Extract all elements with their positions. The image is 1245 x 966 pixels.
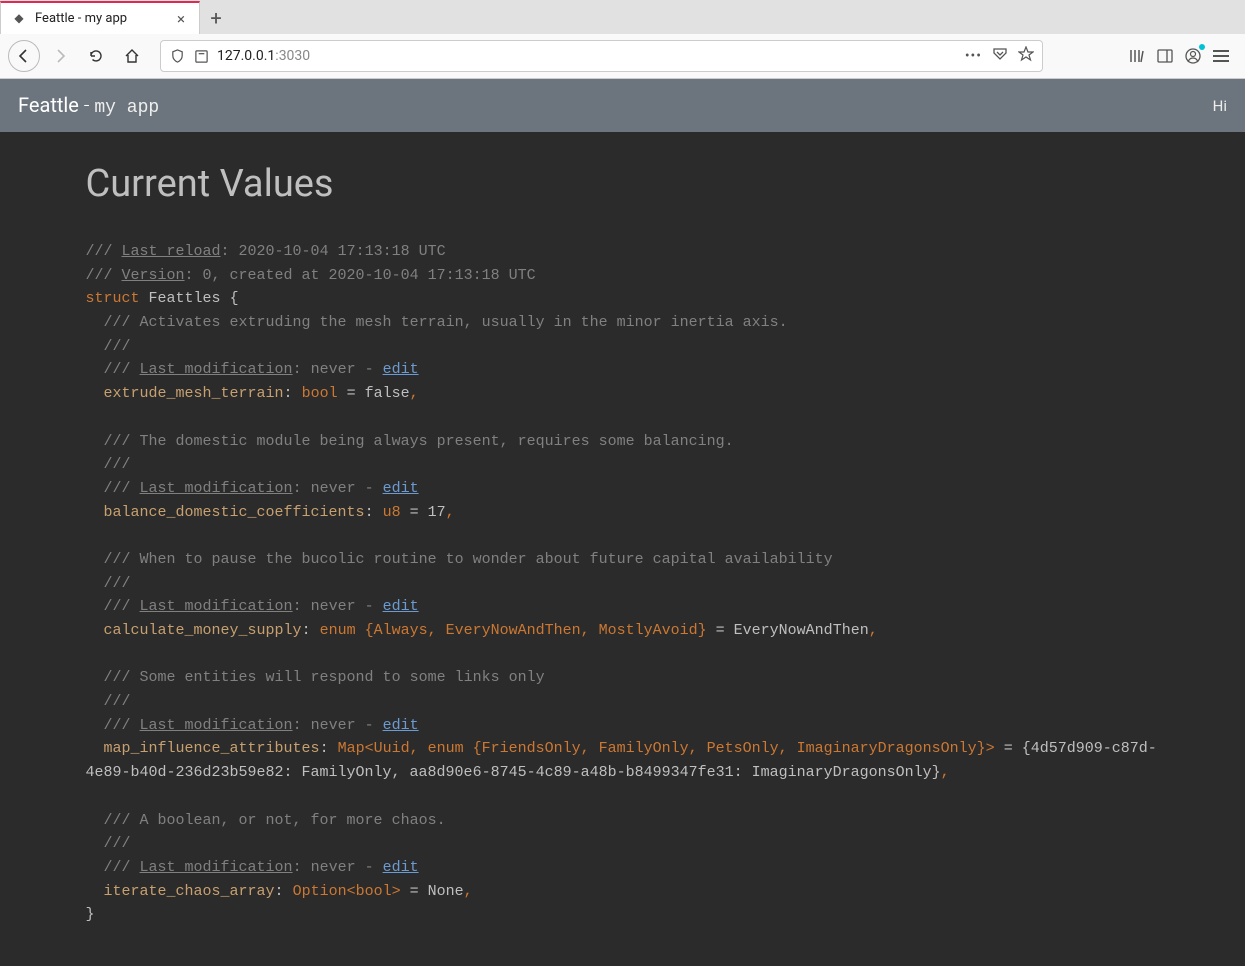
field-doc: /// The domestic module being always pre… [104,433,734,450]
url-text: 127.0.0.1:3030 [217,48,310,64]
brand-name: Feattle [18,93,79,117]
tab-title: Feattle - my app [35,11,173,26]
tab-close-button[interactable]: × [173,10,189,28]
arrow-right-icon [52,48,68,64]
menu-button[interactable] [1211,46,1231,66]
page-info-icon[interactable] [193,48,209,64]
brand-sub: my app [94,98,159,118]
field-name: iterate_chaos_array [104,883,275,900]
meatballs-icon[interactable]: ••• [965,48,982,64]
notification-dot-icon [1199,44,1205,50]
browser-tab[interactable]: ◆ Feattle - my app × [0,1,200,34]
edit-link[interactable]: edit [383,717,419,734]
field-doc: /// Some entities will respond to some l… [104,669,545,686]
field-name: calculate_money_supply [104,622,302,639]
forward-button[interactable] [44,40,76,72]
edit-link[interactable]: edit [383,361,419,378]
field-value: None [428,883,464,900]
browser-chrome: ◆ Feattle - my app × + 127.0.0.1:3030 [0,0,1245,79]
shield-icon[interactable] [169,48,185,64]
edit-link[interactable]: edit [383,480,419,497]
arrow-left-icon [16,48,32,64]
field-value: EveryNowAndThen [734,622,869,639]
app-navbar: Feattle - my app Hi [0,79,1245,132]
field-doc: /// Activates extruding the mesh terrain… [104,314,788,331]
field-type: Map<Uuid, enum {FriendsOnly, FamilyOnly,… [338,740,995,757]
new-tab-button[interactable]: + [200,2,232,34]
brand[interactable]: Feattle - my app [18,93,159,118]
field-doc: /// When to pause the bucolic routine to… [104,551,833,568]
navbar-right-text: Hi [1213,97,1227,115]
bookmark-star-icon[interactable] [1018,46,1034,66]
home-button[interactable] [116,40,148,72]
field-value: 17 [428,504,446,521]
sidebar-icon[interactable] [1155,46,1175,66]
field-name: extrude_mesh_terrain [104,385,284,402]
edit-link[interactable]: edit [383,859,419,876]
field-type: u8 [383,504,401,521]
library-icon[interactable] [1127,46,1147,66]
field-doc: /// A boolean, or not, for more chaos. [104,812,446,829]
brand-sep: - [79,93,94,117]
page-title: Current Values [86,162,1160,206]
tab-strip: ◆ Feattle - my app × + [0,0,1245,34]
edit-link[interactable]: edit [383,598,419,615]
field-value: false [365,385,410,402]
back-button[interactable] [8,40,40,72]
reload-button[interactable] [80,40,112,72]
browser-toolbar: 127.0.0.1:3030 ••• [0,34,1245,78]
field-name: map_influence_attributes [104,740,320,757]
right-toolbar [1127,46,1237,66]
account-icon[interactable] [1183,46,1203,66]
url-bar[interactable]: 127.0.0.1:3030 ••• [160,40,1043,72]
feattles-struct-code: /// Last reload: 2020-10-04 17:13:18 UTC… [86,240,1160,927]
reload-icon [88,48,104,64]
main-container: Current Values /// Last reload: 2020-10-… [68,132,1178,966]
field-type: Option<bool> [293,883,401,900]
hamburger-icon [1213,50,1229,62]
field-type: bool [302,385,338,402]
favicon-icon: ◆ [11,11,27,27]
home-icon [124,48,140,64]
page: Feattle - my app Hi Current Values /// L… [0,79,1245,966]
pocket-icon[interactable] [992,46,1008,66]
field-name: balance_domestic_coefficients [104,504,365,521]
field-type: enum {Always, EveryNowAndThen, MostlyAvo… [320,622,707,639]
